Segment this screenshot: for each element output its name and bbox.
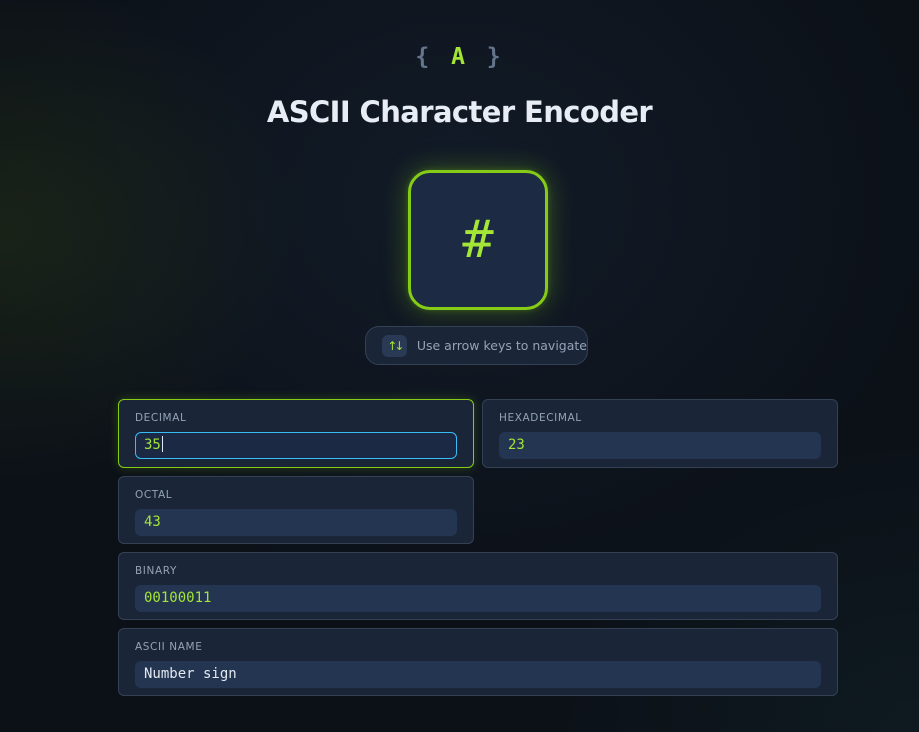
ascii-name-label: ASCII NAME — [135, 641, 203, 653]
octal-label: OCTAL — [135, 489, 173, 501]
octal-card: OCTAL 43 — [118, 476, 474, 544]
decimal-card: DECIMAL 35 — [118, 399, 474, 468]
arrow-keys-icon: ↑↓ — [382, 334, 407, 357]
ascii-name-field: Number sign — [135, 661, 821, 688]
character-display: # — [408, 170, 548, 310]
ascii-name-card: ASCII NAME Number sign — [118, 628, 838, 696]
hexadecimal-input[interactable]: 23 — [499, 432, 821, 459]
app-logo: { A } — [0, 40, 919, 74]
hexadecimal-label: HEXADECIMAL — [499, 412, 582, 424]
navigation-hint: ↑↓ Use arrow keys to navigate — [365, 326, 588, 365]
decimal-value: 35 — [144, 437, 161, 453]
hexadecimal-card: HEXADECIMAL 23 — [482, 399, 838, 468]
page-title: ASCII Character Encoder — [266, 95, 653, 129]
text-caret — [161, 436, 163, 452]
logo-right-brace: } — [486, 44, 504, 70]
navigation-hint-text: Use arrow keys to navigate — [416, 338, 587, 353]
decimal-input[interactable]: 35 — [135, 432, 457, 459]
binary-card: BINARY 00100011 — [118, 552, 838, 620]
binary-label: BINARY — [135, 565, 177, 577]
octal-input[interactable]: 43 — [135, 509, 457, 536]
binary-input[interactable]: 00100011 — [135, 585, 821, 612]
logo-left-brace: { — [415, 44, 433, 70]
decimal-label: DECIMAL — [135, 412, 187, 424]
logo-letter: A — [451, 44, 468, 70]
